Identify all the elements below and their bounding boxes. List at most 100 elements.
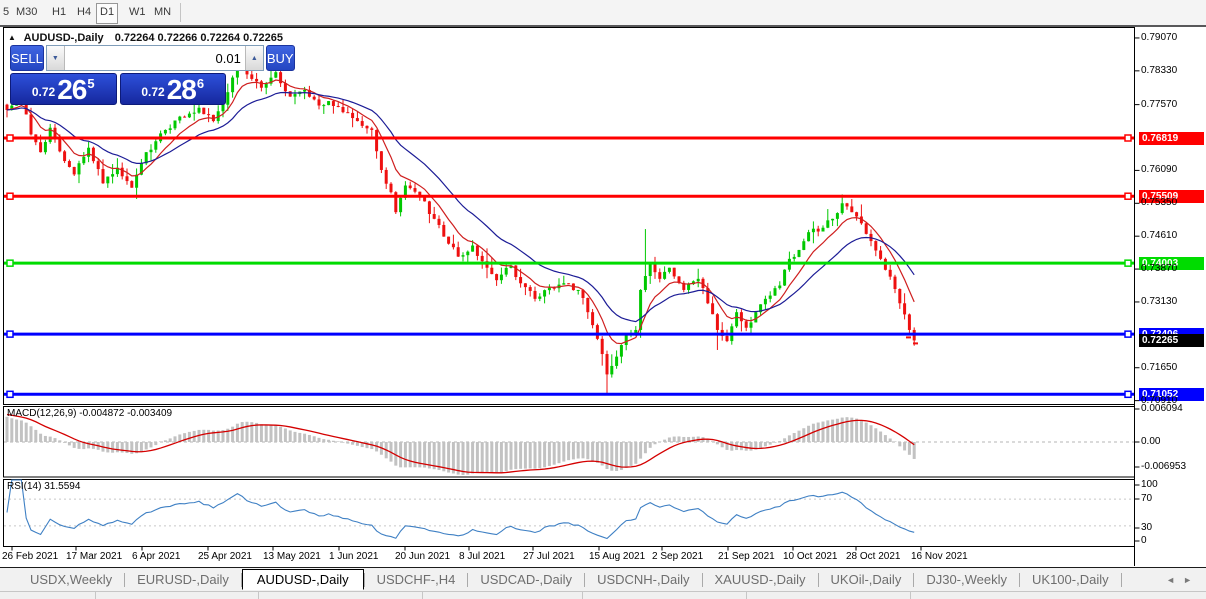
date-axis-label: 10 Oct 2021 — [783, 551, 838, 562]
candle-body — [255, 78, 259, 82]
candle-body — [447, 236, 451, 244]
price-axis-tick: 0.79070 — [1141, 31, 1178, 43]
buy-button[interactable]: BUY — [265, 45, 295, 71]
tab-eurusddaily[interactable]: EURUSD-,Daily — [125, 570, 241, 589]
volume-increase-button[interactable]: ▲ — [244, 46, 263, 70]
candle-body — [360, 121, 364, 126]
hline-anchor — [1124, 330, 1132, 338]
candle-body — [173, 120, 177, 129]
chart-symbol-title: AUDUSD-,Daily — [23, 32, 104, 44]
candle-body — [816, 228, 820, 232]
candle-body — [591, 312, 595, 326]
tab-ukoildaily[interactable]: UKOil-,Daily — [819, 570, 914, 589]
candle-body — [739, 312, 743, 322]
candle-body — [567, 283, 571, 285]
date-axis-label: 1 Jun 2021 — [329, 551, 379, 562]
tab-audusddaily[interactable]: AUDUSD-,Daily — [241, 569, 364, 590]
candle-body — [87, 147, 91, 157]
candle-body — [264, 83, 268, 88]
tab-scroll-left-icon[interactable]: ◄ — [1166, 575, 1183, 585]
tab-scroll-right-icon[interactable]: ► — [1183, 575, 1200, 585]
candle-body — [831, 218, 835, 221]
candle-body — [879, 250, 883, 259]
candle-body — [72, 166, 76, 175]
tab-uk100daily[interactable]: UK100-,Daily — [1020, 570, 1121, 589]
candle-body — [528, 287, 532, 291]
status-separator — [582, 592, 583, 599]
candle-body — [696, 278, 700, 282]
candle-body — [154, 141, 158, 150]
candle-body — [773, 288, 777, 296]
tab-usdcnhdaily[interactable]: USDCNH-,Daily — [585, 570, 701, 589]
candle-body — [259, 81, 263, 88]
candle-body — [663, 271, 667, 279]
candle-body — [672, 267, 676, 277]
timeframe-button-d1[interactable]: D1 — [96, 3, 119, 24]
candle-body — [207, 114, 211, 116]
tab-usdcaddaily[interactable]: USDCAD-,Daily — [468, 570, 584, 589]
candle-body — [379, 151, 383, 170]
tab-usdxweekly[interactable]: USDX,Weekly — [18, 570, 124, 589]
date-axis-label: 16 Nov 2021 — [911, 551, 968, 562]
timeframe-button-h4[interactable]: H4 — [74, 3, 94, 22]
buy-price-display[interactable]: 0.72 28 6 — [119, 73, 226, 105]
candle-body — [715, 314, 719, 330]
timeframe-button-mn[interactable]: MN — [151, 3, 174, 22]
tab-xauusddaily[interactable]: XAUUSD-,Daily — [703, 570, 818, 589]
price-axis-tick: 0.75350 — [1141, 197, 1178, 209]
rsi-indicator-label: RSI(14) 31.5594 — [7, 481, 81, 492]
candle-body — [432, 214, 436, 219]
candle-body — [562, 283, 566, 285]
collapse-icon[interactable]: ▲ — [8, 33, 16, 42]
candle-body — [744, 321, 748, 328]
status-separator — [910, 592, 911, 599]
candle-body — [442, 224, 446, 237]
timeframe-button-w1[interactable]: W1 — [126, 3, 149, 22]
chart-tab-bar: USDX,Weekly EURUSD-,Daily AUDUSD-,Daily USD… — [0, 567, 1206, 591]
candle-body — [874, 241, 878, 251]
candle-body — [130, 181, 134, 188]
candle-body — [864, 223, 868, 234]
candle-body — [408, 185, 412, 189]
candle-body — [29, 114, 33, 135]
candle-body — [91, 147, 95, 162]
volume-decrease-button[interactable]: ▼ — [46, 46, 65, 70]
candle-body — [120, 167, 124, 177]
candle-body — [778, 285, 782, 289]
candle-body — [187, 113, 191, 118]
price-axis-tick: 0.77570 — [1141, 98, 1178, 110]
candle-body — [202, 107, 206, 115]
hline-anchor — [1124, 134, 1132, 142]
candle-body — [63, 151, 67, 162]
candle-body — [725, 335, 729, 342]
tab-dj30weekly[interactable]: DJ30-,Weekly — [914, 570, 1019, 589]
candle-body — [538, 296, 542, 299]
timeframe-button-h1[interactable]: H1 — [49, 3, 69, 22]
candle-body — [101, 169, 105, 184]
price-axis-tick: 0.73130 — [1141, 295, 1178, 307]
candle-body — [667, 267, 671, 272]
tab-usdchfh4[interactable]: USDCHF-,H4 — [365, 570, 468, 589]
timeframe-button-m30[interactable]: M30 — [13, 3, 40, 22]
sell-button[interactable]: SELL — [10, 45, 44, 71]
macd-scale-label: -0.006953 — [1141, 461, 1187, 472]
price-axis-tick: 0.78330 — [1141, 64, 1178, 76]
date-axis-label: 6 Apr 2021 — [132, 551, 181, 562]
candle-body — [331, 101, 335, 106]
date-axis-label: 17 Mar 2021 — [66, 551, 123, 562]
candle-body — [456, 247, 460, 257]
sell-price-display[interactable]: 0.72 26 5 — [10, 73, 117, 105]
price-chart-canvas[interactable] — [0, 27, 1206, 567]
status-bar — [0, 591, 1206, 599]
hline-anchor — [6, 192, 14, 200]
date-axis-label: 2 Sep 2021 — [652, 551, 704, 562]
price-axis-tick: 0.73870 — [1141, 263, 1178, 275]
hline-anchor — [1124, 259, 1132, 267]
volume-input[interactable] — [64, 46, 245, 70]
timeframe-button-5[interactable]: 5 — [0, 3, 12, 22]
hline-anchor — [6, 134, 14, 142]
candle-body — [125, 176, 129, 182]
candle-body — [711, 303, 715, 315]
candle-body — [533, 290, 537, 299]
candle-body — [754, 312, 758, 323]
